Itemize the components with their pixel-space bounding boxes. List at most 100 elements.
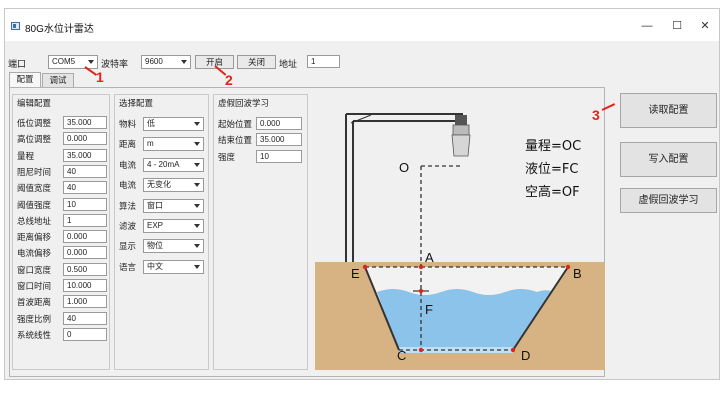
select-config-field-select[interactable]: 低 [143, 117, 204, 131]
edit-config-field-input[interactable]: 0.500 [63, 262, 107, 276]
chevron-down-icon [194, 183, 200, 188]
select-config-field-value: 物位 [147, 241, 163, 251]
chevron-down-icon [194, 244, 200, 249]
edit-config-field-input[interactable]: 40 [63, 181, 107, 195]
false-echo-field-label: 结束位置 [218, 135, 253, 146]
port-select[interactable]: COM5 [48, 55, 98, 69]
edit-config-field-value: 10 [67, 199, 76, 209]
edit-config-field-value: 0 [67, 329, 72, 339]
label-e: E [351, 266, 360, 281]
false-echo-learn-button[interactable]: 虚假回波学习 [620, 188, 717, 213]
edit-config-field-input[interactable]: 35.000 [63, 116, 107, 129]
select-config-field-select[interactable]: 物位 [143, 239, 204, 254]
false-echo-field-input[interactable]: 0.000 [256, 117, 302, 130]
select-config-field-label: 语言 [119, 261, 137, 272]
select-config-field-select[interactable]: 窗口 [143, 198, 204, 213]
edit-config-field-input[interactable]: 1 [63, 213, 107, 227]
select-config-field-select[interactable]: 中文 [143, 259, 204, 274]
radar-mount [455, 115, 467, 125]
app-window: 80G水位计雷达 — ☐ ✕ 端口 COM5 波特率 9600 开启 关闭 地址… [4, 8, 720, 380]
edit-config-field-input[interactable]: 0.000 [63, 246, 107, 260]
edit-config-field-value: 1 [67, 215, 72, 225]
edit-config-field-input[interactable]: 35.000 [63, 148, 107, 162]
edit-config-field-input[interactable]: 10.000 [63, 279, 107, 292]
select-config-field-value: 4 - 20mA [147, 159, 180, 169]
edit-config-field-input[interactable]: 0.000 [63, 132, 107, 146]
baud-label: 波特率 [101, 59, 129, 69]
select-config-title: 选择配置 [119, 98, 154, 108]
empty-height-formula: 空高=OF [525, 184, 580, 200]
edit-config-field-label: 量程 [17, 150, 35, 161]
select-config-field-select[interactable]: 4 - 20mA [143, 157, 204, 172]
address-label: 地址 [279, 59, 298, 69]
edit-config-field-value: 0.000 [67, 232, 88, 242]
edit-config-field-value: 0.000 [67, 248, 88, 258]
chevron-down-icon [194, 122, 200, 126]
edit-config-field-value: 10.000 [67, 281, 92, 290]
edit-config-field-label: 窗口时间 [17, 281, 52, 291]
edit-config-field-input[interactable]: 10 [63, 197, 107, 211]
edit-config-field-value: 40 [67, 166, 76, 176]
chevron-down-icon [88, 60, 94, 64]
edit-config-field-label: 首波距离 [17, 297, 52, 308]
select-config-field-value: 窗口 [147, 200, 163, 210]
select-config-group: 选择配置 物料 低距离 m 电流 4 - 20mA 电流 无变化 算法 窗口 滤波 EXP 显示 物位语… [114, 94, 209, 370]
baud-select[interactable]: 9600 [141, 55, 191, 69]
edit-config-field-label: 阈值宽度 [17, 183, 52, 194]
edit-config-field-value: 0.500 [67, 264, 88, 274]
false-echo-field-label: 强度 [218, 151, 236, 162]
address-input[interactable]: 1 [307, 55, 340, 68]
select-config-field-value: 无变化 [147, 180, 171, 190]
select-config-field-value: 低 [147, 119, 155, 128]
select-config-field-select[interactable]: m [143, 137, 204, 152]
tab-config[interactable]: 配置 [9, 72, 41, 87]
chevron-down-icon [194, 224, 200, 228]
app-icon [11, 22, 20, 30]
baud-value: 9600 [145, 57, 163, 66]
tab-debug[interactable]: 调试 [42, 73, 74, 87]
select-config-field-value: 中文 [147, 261, 163, 271]
edit-config-field-value: 40 [67, 313, 76, 323]
chevron-down-icon [194, 264, 200, 269]
false-echo-field-value: 35.000 [260, 135, 285, 145]
point-d-dot [510, 347, 516, 353]
edit-config-field-value: 35.000 [67, 150, 92, 160]
edit-config-field-label: 高位调整 [17, 134, 52, 145]
edit-config-field-input[interactable]: 0 [63, 327, 107, 341]
annotation-3: 3 [592, 107, 600, 123]
edit-config-field-label: 系统线性 [17, 329, 52, 340]
close-window-button[interactable]: ✕ [695, 18, 715, 34]
maximize-button[interactable]: ☐ [667, 18, 687, 34]
point-e-dot [362, 264, 368, 270]
false-echo-field-input[interactable]: 10 [256, 149, 302, 163]
edit-config-field-value: 0.000 [67, 134, 88, 144]
edit-config-title: 编辑配置 [17, 98, 52, 108]
false-echo-group: 虚假回波学习 起始位置 0.000 结束位置 35.000 强度 10 [213, 94, 308, 370]
select-config-field-label: 算法 [119, 200, 137, 211]
label-d: D [521, 348, 530, 363]
write-config-button[interactable]: 写入配置 [620, 142, 717, 177]
select-config-field-label: 滤波 [119, 221, 137, 231]
false-echo-field-value: 0.000 [260, 119, 281, 128]
chevron-down-icon [194, 203, 200, 208]
port-label: 端口 [8, 59, 27, 69]
point-b-dot [565, 264, 571, 270]
point-c-dot [418, 347, 424, 353]
read-config-button[interactable]: 读取配置 [620, 93, 717, 128]
edit-config-field-value: 40 [67, 183, 76, 193]
select-config-field-select[interactable]: 无变化 [143, 178, 204, 193]
select-config-field-label: 距离 [119, 139, 137, 150]
edit-config-field-input[interactable]: 0.000 [63, 230, 107, 244]
title-bar: 80G水位计雷达 — ☐ ✕ [5, 9, 719, 41]
false-echo-field-input[interactable]: 35.000 [256, 133, 302, 147]
select-config-field-select[interactable]: EXP [143, 219, 204, 233]
edit-config-field-input[interactable]: 1.000 [63, 295, 107, 309]
edit-config-field-label: 强度比例 [17, 313, 52, 324]
edit-config-field-input[interactable]: 40 [63, 311, 107, 325]
edit-config-field-label: 阻尼时间 [17, 166, 52, 177]
level-formula: 液位=FC [525, 162, 578, 177]
edit-config-field-input[interactable]: 40 [63, 164, 107, 178]
label-o: O [399, 160, 409, 175]
close-port-button[interactable]: 关闭 [237, 55, 276, 69]
minimize-button[interactable]: — [637, 18, 657, 34]
